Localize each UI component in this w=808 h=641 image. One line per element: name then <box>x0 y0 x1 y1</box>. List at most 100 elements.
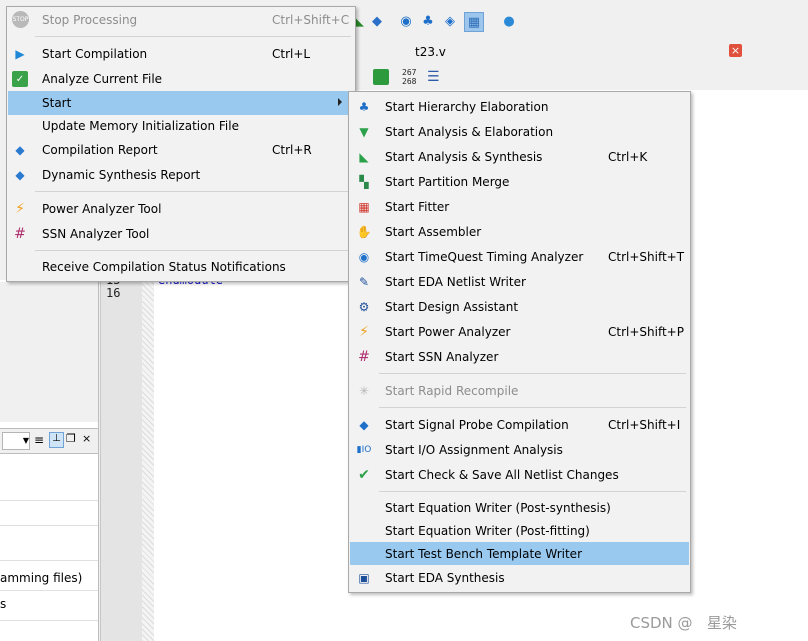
io-assignment-icon: ▮IO <box>356 445 372 455</box>
menu-item-shortcut: Ctrl+K <box>608 150 648 164</box>
submenu-item-design-assistant[interactable]: ⚙ Start Design Assistant <box>350 295 689 319</box>
analyze-file-icon: ✓ <box>12 71 28 87</box>
pin-icon[interactable]: ⊥ <box>49 432 64 448</box>
menu-item-ssn-analyzer-tool[interactable]: # SSN Analyzer Tool <box>8 222 354 246</box>
menu-item-label: Start Analysis & Elaboration <box>385 125 554 139</box>
menu-item-label: Start EDA Netlist Writer <box>385 275 526 289</box>
menu-item-label: Start Hierarchy Elaboration <box>385 100 549 114</box>
chat-toolbar-icon[interactable]: ● <box>500 12 518 30</box>
menu-item-shortcut: Ctrl+Shift+T <box>608 250 685 264</box>
list-icon[interactable]: ☰ <box>427 69 440 85</box>
editor-toolbar: 267 268 ☰ <box>355 66 808 90</box>
submenu-item-fitter[interactable]: ▦ Start Fitter <box>350 195 689 219</box>
menu-item-label: Start Test Bench Template Writer <box>385 547 582 561</box>
power-analyzer-icon: ⚡ <box>359 324 369 340</box>
menu-item-analyze-current-file[interactable]: ✓ Analyze Current File <box>8 67 354 91</box>
menu-item-label: Compilation Report <box>42 143 158 157</box>
menu-item-dynamic-synthesis-report[interactable]: ◆ Dynamic Synthesis Report <box>8 163 354 187</box>
menu-item-label: Start Equation Writer (Post-synthesis) <box>385 501 611 515</box>
menu-item-label: Start Equation Writer (Post-fitting) <box>385 524 590 538</box>
editor-tab-title[interactable]: t23.v <box>415 45 446 59</box>
menu-item-label: Start SSN Analyzer <box>385 350 499 364</box>
signal-probe-icon: ◆ <box>359 418 369 432</box>
left-panel-upper <box>0 282 98 422</box>
report-icon: ◆ <box>15 143 25 157</box>
report-toolbar-icon[interactable]: ◆ <box>368 12 386 30</box>
menu-item-receive-notifications[interactable]: Receive Compilation Status Notifications <box>8 255 354 279</box>
submenu-item-eda-synthesis[interactable]: ▣ Start EDA Synthesis <box>350 566 689 590</box>
menu-item-update-memory-init[interactable]: Update Memory Initialization File <box>8 114 354 138</box>
submenu-item-power-analyzer[interactable]: ⚡ Start Power Analyzer Ctrl+Shift+P <box>350 320 689 344</box>
check-save-icon: ✔ <box>358 467 370 483</box>
menu-item-label: Update Memory Initialization File <box>42 119 239 133</box>
menu-item-label: Start EDA Synthesis <box>385 571 505 585</box>
submenu-item-partition-merge[interactable]: ▚ Start Partition Merge <box>350 170 689 194</box>
submenu-item-io-assignment[interactable]: ▮IO Start I/O Assignment Analysis <box>350 438 689 462</box>
hierarchy-icon: ♣ <box>358 100 370 114</box>
submenu-item-equation-writer-post-fitting[interactable]: Start Equation Writer (Post-fitting) <box>350 519 689 543</box>
menu-item-start-compilation[interactable]: ▶ Start Compilation Ctrl+L <box>8 42 354 66</box>
assignment-toolbar-icon[interactable]: ◈ <box>441 12 459 30</box>
float-window-icon[interactable]: ❐ <box>66 432 76 445</box>
menu-item-label: Start Fitter <box>385 200 450 214</box>
menu-item-start[interactable]: Start <box>8 91 354 115</box>
menu-item-compilation-report[interactable]: ◆ Compilation Report Ctrl+R <box>8 138 354 162</box>
chip-planner-toolbar-icon[interactable]: ▦ <box>464 12 484 32</box>
menu-item-label: Start Power Analyzer <box>385 325 511 339</box>
menu-item-shortcut: Ctrl+Shift+I <box>608 418 681 432</box>
submenu-item-eda-netlist-writer[interactable]: ✎ Start EDA Netlist Writer <box>350 270 689 294</box>
submenu-item-check-save-netlist[interactable]: ✔ Start Check & Save All Netlist Changes <box>350 463 689 487</box>
submenu-item-signal-probe[interactable]: ◆ Start Signal Probe Compilation Ctrl+Sh… <box>350 413 689 437</box>
menu-item-label: Start I/O Assignment Analysis <box>385 443 563 457</box>
eda-synthesis-icon: ▣ <box>358 571 370 585</box>
submenu-item-rapid-recompile[interactable]: ✳ Start Rapid Recompile <box>350 379 689 403</box>
analysis-elaboration-icon: ▼ <box>359 125 369 139</box>
menu-item-stop-processing[interactable]: STOP Stop Processing Ctrl+Shift+C <box>8 8 354 32</box>
menu-item-label: Start Design Assistant <box>385 300 519 314</box>
submenu-item-analysis-synthesis[interactable]: ◣ Start Analysis & Synthesis Ctrl+K <box>350 145 689 169</box>
stop-icon: STOP <box>12 11 29 28</box>
menu-item-shortcut: Ctrl+Shift+P <box>608 325 684 339</box>
rapid-recompile-icon: ✳ <box>358 384 370 398</box>
line-count-icon[interactable]: 267 268 <box>402 68 416 86</box>
left-panel-row: amming files) <box>0 571 83 585</box>
submenu-item-assembler[interactable]: ✋ Start Assembler <box>350 220 689 244</box>
panel-dropdown[interactable]: ▼ <box>2 432 30 450</box>
synthesis-report-icon: ◆ <box>15 168 25 182</box>
menu-item-shortcut: Ctrl+R <box>272 143 312 157</box>
menu-item-label: Start Compilation <box>42 47 148 61</box>
menu-item-label: Start Rapid Recompile <box>385 384 519 398</box>
analysis-synthesis-icon: ◣ <box>359 150 369 164</box>
close-tab-icon[interactable]: × <box>729 44 742 57</box>
menu-item-power-analyzer-tool[interactable]: ⚡ Power Analyzer Tool <box>8 197 354 221</box>
submenu-item-hierarchy-elaboration[interactable]: ♣ Start Hierarchy Elaboration <box>350 95 689 119</box>
menu-item-shortcut: Ctrl+Shift+C <box>272 13 350 27</box>
menu-item-shortcut: Ctrl+L <box>272 47 311 61</box>
menu-item-label: Start Analysis & Synthesis <box>385 150 543 164</box>
menu-item-label: Start Partition Merge <box>385 175 510 189</box>
analyze-toolbar-icon[interactable] <box>373 69 389 85</box>
menu-item-label: Start Check & Save All Netlist Changes <box>385 468 619 482</box>
ssn-icon: # <box>14 226 26 242</box>
menu-item-label: Receive Compilation Status Notifications <box>42 260 286 274</box>
netlist-writer-icon: ✎ <box>358 275 370 289</box>
submenu-arrow-icon <box>338 98 342 106</box>
netlist-viewer-toolbar-icon[interactable]: ♣ <box>419 12 437 30</box>
submenu-item-equation-writer-post-synthesis[interactable]: Start Equation Writer (Post-synthesis) <box>350 496 689 520</box>
submenu-item-test-bench-writer[interactable]: Start Test Bench Template Writer <box>350 542 689 565</box>
menu-item-label: Stop Processing <box>42 13 138 27</box>
submenu-item-analysis-elaboration[interactable]: ▼ Start Analysis & Elaboration <box>350 120 689 144</box>
submenu-item-timequest[interactable]: ◉ Start TimeQuest Timing Analyzer Ctrl+S… <box>350 245 689 269</box>
ssn-analyzer-icon: # <box>358 349 370 365</box>
play-icon: ▶ <box>15 47 25 61</box>
menu-lines-icon[interactable]: ≡ <box>34 433 44 447</box>
close-panel-icon[interactable]: × <box>82 432 91 445</box>
left-panel-row: s <box>0 597 7 611</box>
menu-item-label: Start <box>42 96 72 110</box>
timing-toolbar-icon[interactable]: ◉ <box>397 12 415 30</box>
processing-menu: STOP Stop Processing Ctrl+Shift+C ▶ Star… <box>6 6 356 282</box>
menu-item-label: Start Signal Probe Compilation <box>385 418 569 432</box>
timing-analyzer-icon: ◉ <box>358 250 370 264</box>
submenu-item-ssn-analyzer[interactable]: # Start SSN Analyzer <box>350 345 689 369</box>
fitter-icon: ▦ <box>358 200 370 214</box>
